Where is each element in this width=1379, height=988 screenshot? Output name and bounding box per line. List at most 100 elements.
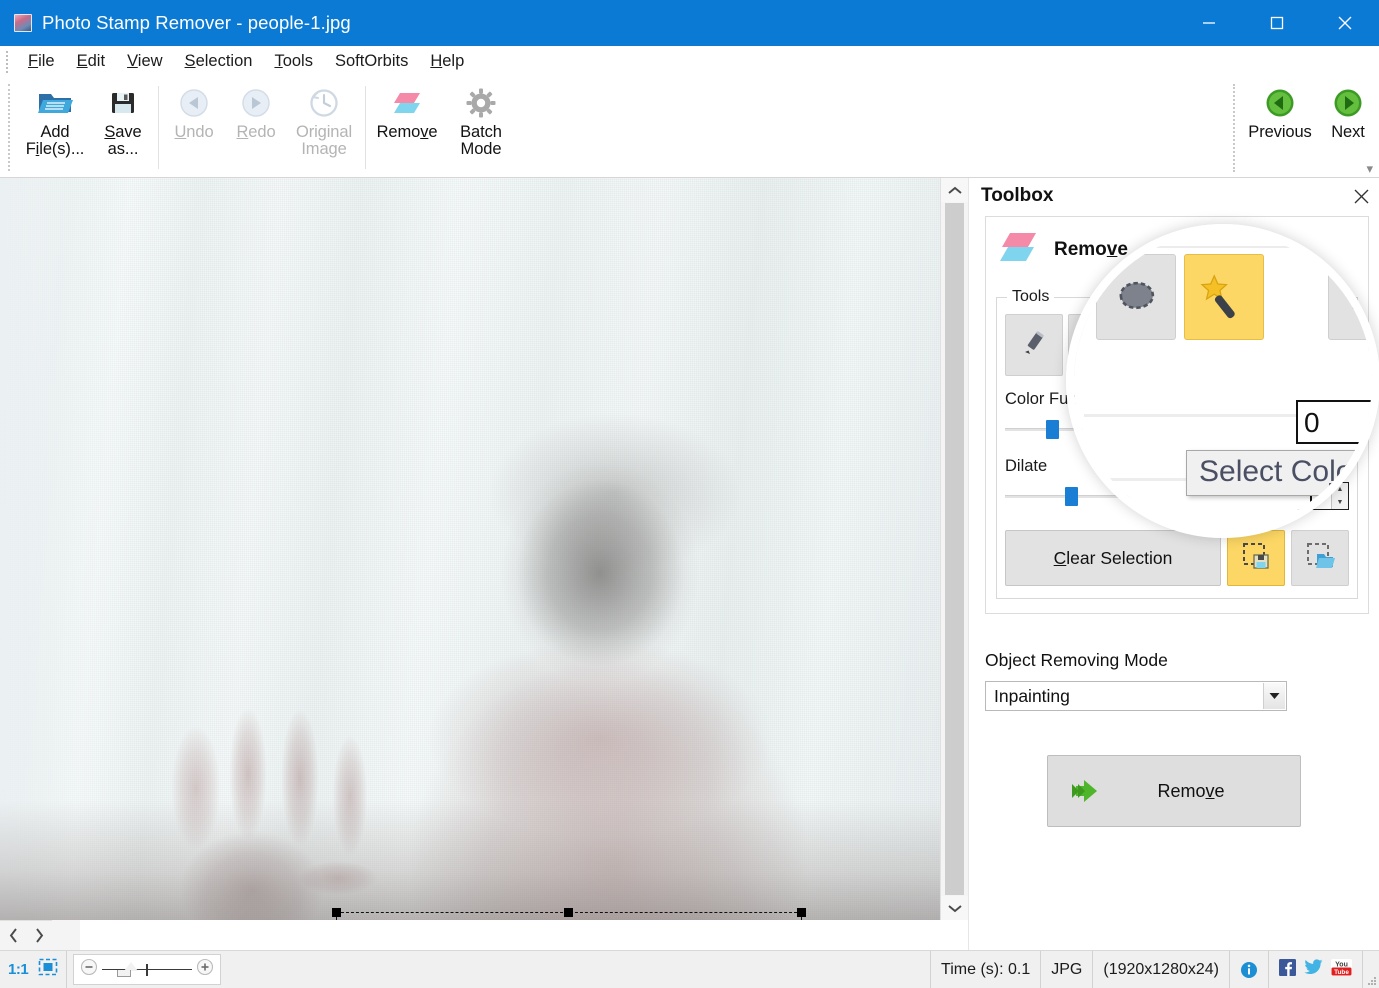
save-as-button[interactable]: Save as...: [92, 78, 154, 177]
color-fuzziness-slider[interactable]: [1005, 418, 1277, 440]
color-fuzziness-thumb[interactable]: [1045, 420, 1059, 439]
selection-actions-row: Clear Selection: [1005, 530, 1349, 586]
status-zoom-icons: 1:1: [0, 951, 68, 988]
tools-group-label: Tools: [1012, 288, 1050, 305]
ribbon-remove-label: Remove: [376, 123, 438, 141]
tool-lasso-button[interactable]: [1068, 314, 1126, 376]
menu-softorbits[interactable]: SoftOrbits: [324, 48, 419, 75]
status-social-links: You Tube: [1269, 951, 1363, 988]
zoom-slider-track[interactable]: [98, 961, 196, 979]
floppy-disk-icon: [109, 85, 137, 121]
scrollbar-corner: [52, 920, 80, 950]
color-fuzziness-row: 0 ▲ ▼: [1005, 415, 1349, 443]
scroll-right-arrow-icon[interactable]: [26, 921, 52, 950]
object-removing-mode-value: Inpainting: [994, 685, 1070, 706]
save-selection-icon: [1241, 541, 1271, 576]
original-image-button[interactable]: Original Image: [287, 78, 361, 177]
ribbon-grip: [8, 84, 12, 171]
save-as-label: Save as...: [104, 123, 142, 159]
zoom-slider[interactable]: [73, 954, 222, 985]
youtube-icon[interactable]: You Tube: [1331, 958, 1352, 981]
ribbon-expand-icon[interactable]: ▾: [1366, 162, 1373, 175]
scroll-left-arrow-icon[interactable]: [0, 921, 26, 950]
chevron-down-icon[interactable]: [1263, 683, 1285, 709]
spinner-up-icon[interactable]: ▲: [1332, 483, 1348, 496]
info-icon[interactable]: [1230, 951, 1269, 988]
menu-bar: File Edit View Selection Tools SoftOrbit…: [0, 46, 1379, 78]
ribbon-toolbar: Add File(s)... Save as... Undo Redo Orig…: [0, 78, 1379, 178]
toolbox-header: Toolbox: [969, 178, 1379, 214]
ribbon-divider-1: [158, 86, 159, 169]
dilate-number: 0: [1295, 486, 1305, 505]
remove-action-label: Remove: [1157, 780, 1225, 801]
dilate-value[interactable]: 0 ▲ ▼: [1287, 482, 1349, 510]
ribbon-remove-button[interactable]: Remove: [370, 78, 444, 177]
close-button[interactable]: [1311, 0, 1379, 46]
green-double-arrow-icon: [1070, 778, 1108, 804]
object-removing-mode-select[interactable]: Inpainting: [985, 681, 1287, 711]
undo-button[interactable]: Undo: [163, 78, 225, 177]
redo-button[interactable]: Redo: [225, 78, 287, 177]
toolbox-panel: Toolbox Remove Tools Color Fuzzi 0 ▲ ▼ D…: [968, 178, 1379, 950]
redo-arrow-icon: [240, 85, 272, 121]
add-files-button[interactable]: Add File(s)...: [18, 78, 92, 177]
tool-marker-button[interactable]: [1005, 314, 1063, 376]
batch-mode-label: Batch Mode: [460, 123, 502, 159]
dilate-spinner[interactable]: ▲ ▼: [1331, 483, 1348, 509]
canvas-area: Censored: [0, 178, 968, 950]
zoom-1-1-button[interactable]: 1:1: [8, 961, 29, 978]
eraser-icon: [998, 229, 1040, 270]
facebook-icon[interactable]: [1279, 958, 1296, 981]
resize-grip-icon[interactable]: [1363, 951, 1379, 988]
twitter-icon[interactable]: [1304, 959, 1323, 980]
stamp-icon: [1305, 328, 1335, 363]
menu-file[interactable]: File: [17, 48, 66, 75]
spinner-down-icon[interactable]: ▼: [1332, 429, 1348, 442]
scroll-down-arrow-icon[interactable]: [941, 896, 968, 920]
status-format: JPG: [1041, 951, 1094, 988]
remove-action-button[interactable]: Remove: [1047, 755, 1301, 827]
spinner-up-icon[interactable]: ▲: [1332, 416, 1348, 429]
app-photo-icon: [14, 14, 32, 32]
canvas-horizontal-scrollbar[interactable]: [0, 920, 52, 950]
scroll-up-arrow-icon[interactable]: [941, 178, 968, 202]
batch-mode-button[interactable]: Batch Mode: [444, 78, 518, 177]
menu-tools[interactable]: Tools: [263, 48, 324, 75]
ribbon-group-nav: Previous Next: [1233, 78, 1379, 178]
object-removing-mode-label: Object Removing Mode: [985, 650, 1168, 670]
tool-stamp-button[interactable]: [1291, 314, 1349, 376]
canvas-vertical-scrollbar[interactable]: [940, 178, 968, 920]
toolbox-title: Toolbox: [981, 185, 1054, 206]
status-dimensions: (1920x1280x24): [1093, 951, 1230, 988]
tool-magic-wand-button[interactable]: [1131, 314, 1189, 376]
undo-label: Undo: [174, 123, 214, 141]
toolbox-close-icon[interactable]: [1347, 182, 1375, 210]
status-time: Time (s): 0.1: [931, 951, 1042, 988]
menu-view[interactable]: View: [116, 48, 173, 75]
previous-button[interactable]: Previous: [1243, 78, 1317, 178]
save-selection-button[interactable]: [1227, 530, 1285, 586]
tools-fieldset: Tools Color Fuzzi 0 ▲ ▼ Dilate 0 ▲ ▼ C l…: [996, 288, 1358, 599]
menu-help[interactable]: Help: [419, 48, 475, 75]
ribbon-divider-2: [365, 86, 366, 169]
vertical-scroll-thumb[interactable]: [945, 203, 964, 895]
clear-selection-button[interactable]: Clear Selection: [1005, 530, 1221, 586]
dilate-thumb[interactable]: [1064, 487, 1078, 506]
redo-label: Redo: [236, 123, 276, 141]
zoom-out-button[interactable]: [80, 958, 98, 981]
lasso-icon: [1081, 328, 1113, 363]
maximize-button[interactable]: [1243, 0, 1311, 46]
original-image-label: Original Image: [295, 123, 353, 159]
fit-to-screen-icon[interactable]: [38, 958, 58, 981]
color-fuzziness-spinner[interactable]: ▲ ▼: [1331, 416, 1348, 442]
dilate-slider[interactable]: [1005, 485, 1277, 507]
menu-edit[interactable]: Edit: [66, 48, 116, 75]
image-canvas[interactable]: Censored: [0, 178, 940, 920]
zoom-in-button[interactable]: [196, 958, 214, 981]
minimize-button[interactable]: [1175, 0, 1243, 46]
load-selection-button[interactable]: [1291, 530, 1349, 586]
menu-selection[interactable]: Selection: [174, 48, 264, 75]
spinner-down-icon[interactable]: ▼: [1332, 496, 1348, 509]
color-fuzziness-value[interactable]: 0 ▲ ▼: [1287, 415, 1349, 443]
main-body: Censored: [0, 178, 1379, 950]
